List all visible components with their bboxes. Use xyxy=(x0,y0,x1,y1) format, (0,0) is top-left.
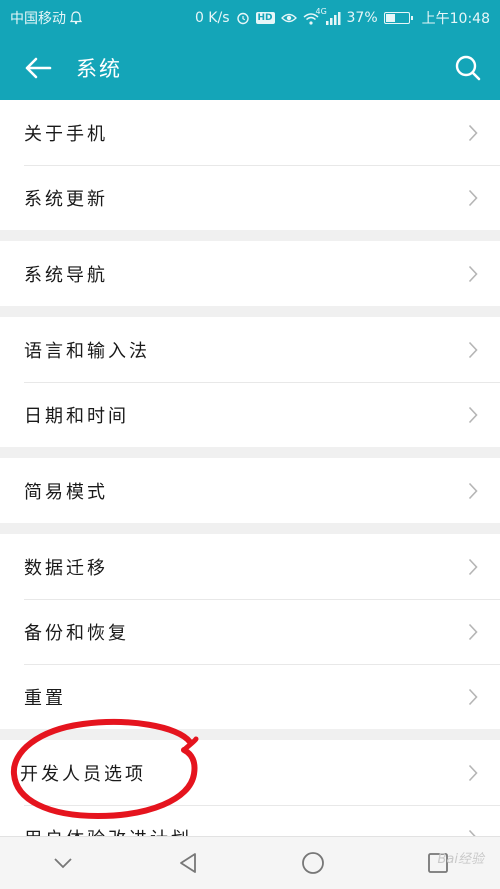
circle-home-icon xyxy=(301,852,324,874)
chevron-right-icon xyxy=(468,482,478,500)
settings-item-language-input[interactable]: 语言和输入法 xyxy=(0,317,500,382)
nav-home-button[interactable] xyxy=(283,838,343,888)
settings-group: 数据迁移 备份和恢复 重置 xyxy=(0,534,500,729)
settings-item-label: 系统导航 xyxy=(24,264,108,286)
triangle-back-icon xyxy=(179,853,196,873)
group-divider xyxy=(0,729,500,740)
status-bar: 中国移动 0 K/s HD 4G 37% 上午10:48 xyxy=(0,0,500,36)
settings-item-label: 数据迁移 xyxy=(24,557,108,579)
clock: 上午10:48 xyxy=(421,11,490,27)
settings-item-label: 系统更新 xyxy=(24,188,108,210)
chevron-right-icon xyxy=(468,829,478,836)
settings-group: 开发人员选项 用户体验改进计划 xyxy=(0,740,500,836)
settings-item-data-migration[interactable]: 数据迁移 xyxy=(0,534,500,599)
group-divider xyxy=(0,447,500,458)
settings-item-label: 关于手机 xyxy=(24,123,108,145)
arrow-left-icon xyxy=(25,57,52,79)
settings-item-backup-restore[interactable]: 备份和恢复 xyxy=(0,599,500,664)
settings-item-developer-options[interactable]: 开发人员选项 xyxy=(0,740,500,805)
app-bar: 系统 xyxy=(0,36,500,100)
settings-item-simple-mode[interactable]: 简易模式 xyxy=(0,458,500,523)
settings-item-label: 备份和恢复 xyxy=(24,622,129,644)
settings-group: 语言和输入法 日期和时间 xyxy=(0,317,500,447)
eye-comfort-icon xyxy=(280,12,297,24)
chevron-right-icon xyxy=(468,688,478,706)
network-type-label: 4G xyxy=(315,6,327,16)
hd-badge: HD xyxy=(255,12,275,24)
settings-item-label: 简易模式 xyxy=(24,481,108,503)
settings-item-label: 用户体验改进计划 xyxy=(24,825,192,837)
carrier-label: 中国移动 xyxy=(10,11,66,27)
nav-hide-button[interactable] xyxy=(33,838,93,888)
chevron-right-icon xyxy=(468,558,478,576)
settings-group: 系统导航 xyxy=(0,241,500,306)
chevron-down-icon xyxy=(53,858,72,869)
settings-item-label: 语言和输入法 xyxy=(24,340,150,362)
back-button[interactable] xyxy=(0,36,76,100)
battery-percent: 37% xyxy=(346,10,378,26)
settings-item-label: 重置 xyxy=(24,687,66,709)
settings-item-about-phone[interactable]: 关于手机 xyxy=(0,100,500,165)
page-title: 系统 xyxy=(76,57,122,81)
settings-list: 关于手机 系统更新 系统导航 语言和输入法 日期和时间 简易模式 数据迁移 备份… xyxy=(0,100,500,836)
settings-item-reset[interactable]: 重置 xyxy=(0,664,500,729)
alarm-icon xyxy=(236,11,250,25)
group-divider xyxy=(0,306,500,317)
nav-back-button[interactable] xyxy=(158,838,218,888)
settings-item-system-update[interactable]: 系统更新 xyxy=(0,165,500,230)
group-divider xyxy=(0,523,500,534)
search-icon xyxy=(455,55,481,81)
settings-item-date-time[interactable]: 日期和时间 xyxy=(0,382,500,447)
network-speed: 0 K/s xyxy=(194,10,230,26)
chevron-right-icon xyxy=(468,341,478,359)
chevron-right-icon xyxy=(468,623,478,641)
settings-group: 简易模式 xyxy=(0,458,500,523)
battery-level xyxy=(385,14,395,22)
chevron-right-icon xyxy=(468,124,478,142)
settings-item-label: 开发人员选项 xyxy=(20,763,146,785)
chevron-right-icon xyxy=(468,406,478,424)
notification-icon xyxy=(70,11,82,25)
chevron-right-icon xyxy=(468,764,478,782)
watermark: Bai经验 xyxy=(437,852,485,867)
signal-icon: 4G xyxy=(316,7,341,25)
settings-group: 关于手机 系统更新 xyxy=(0,100,500,230)
navigation-bar xyxy=(0,836,500,889)
group-divider xyxy=(0,230,500,241)
chevron-right-icon xyxy=(468,265,478,283)
battery-icon xyxy=(383,12,413,24)
settings-item-system-navigation[interactable]: 系统导航 xyxy=(0,241,500,306)
settings-item-user-experience[interactable]: 用户体验改进计划 xyxy=(0,805,500,836)
chevron-right-icon xyxy=(468,189,478,207)
search-button[interactable] xyxy=(436,36,500,100)
settings-item-label: 日期和时间 xyxy=(24,405,129,427)
